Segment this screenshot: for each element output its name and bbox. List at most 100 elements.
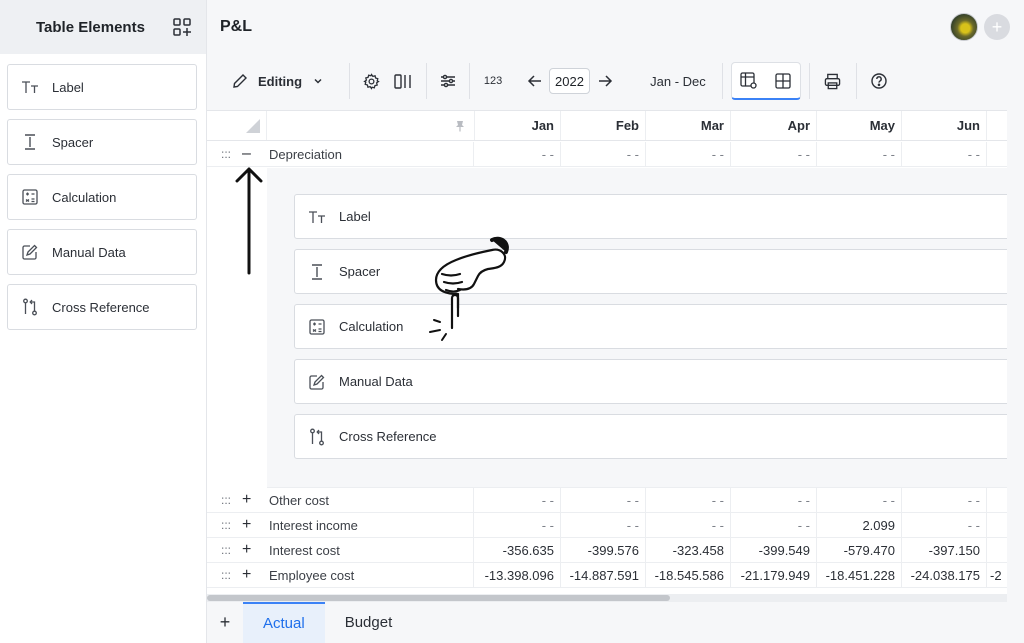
- row-label: Interest income: [267, 513, 474, 537]
- table-cell[interactable]: - -: [902, 513, 987, 537]
- table-cell[interactable]: - -: [475, 142, 561, 166]
- table-cell[interactable]: - -: [646, 488, 731, 512]
- table-header-row: Jan Feb Mar Apr May Jun: [207, 111, 1007, 141]
- columns-button[interactable]: [388, 65, 418, 97]
- table-row[interactable]: ::: + Interest income - - - - - - - - 2.…: [207, 513, 1007, 538]
- table-cell[interactable]: -18.545.586: [646, 563, 731, 587]
- table-cell[interactable]: - -: [475, 488, 561, 512]
- add-element-icon[interactable]: [172, 17, 192, 37]
- sidebar-element-list: Label Spacer Calculation Manual Data Cro…: [0, 54, 206, 330]
- panel-item-manual-data[interactable]: Manual Data: [294, 359, 1007, 404]
- toolbar: Editing 123 2022 Jan - Dec: [207, 60, 1024, 102]
- table-settings-icon: [740, 72, 757, 89]
- table-cell[interactable]: -399.549: [731, 538, 817, 562]
- editing-mode-dropdown[interactable]: Editing: [207, 65, 324, 97]
- expand-row-button[interactable]: +: [242, 513, 251, 537]
- avatar[interactable]: [950, 13, 978, 41]
- collapse-row-button[interactable]: –: [242, 142, 251, 166]
- view-toggle: [730, 62, 801, 100]
- scrollbar-thumb[interactable]: [207, 595, 670, 601]
- sidebar-item-label[interactable]: Label: [7, 64, 197, 110]
- table-cell[interactable]: -21.179.949: [731, 563, 817, 587]
- period-selector[interactable]: Jan - Dec: [638, 65, 718, 97]
- table-cell[interactable]: -356.635: [475, 538, 561, 562]
- cross-reference-icon: [307, 427, 327, 447]
- horizontal-scrollbar[interactable]: [207, 594, 1007, 602]
- year-input[interactable]: 2022: [549, 68, 590, 94]
- toolbar-divider: [808, 63, 810, 99]
- toolbar-spacer: [516, 63, 517, 99]
- sidebar-item-calculation[interactable]: Calculation: [7, 174, 197, 220]
- table-cell[interactable]: - -: [646, 142, 731, 166]
- add-tab-button[interactable]: +: [207, 602, 243, 643]
- expand-row-button[interactable]: +: [242, 538, 251, 562]
- sidebar-item-cross-reference[interactable]: Cross Reference: [7, 284, 197, 330]
- number-format-button[interactable]: 123: [478, 65, 508, 97]
- pin-icon[interactable]: [454, 120, 466, 132]
- drag-handle[interactable]: :::: [221, 513, 231, 537]
- table-row[interactable]: ::: + Interest cost -356.635 -399.576 -3…: [207, 538, 1007, 563]
- sidebar-item-text: Cross Reference: [52, 299, 150, 315]
- table-row[interactable]: ::: + Employee cost -13.398.096 -14.887.…: [207, 563, 1007, 588]
- table-settings-view-button[interactable]: [732, 63, 766, 99]
- label-header-cell: [267, 111, 475, 140]
- tab-actual[interactable]: Actual: [243, 602, 325, 643]
- spacer-icon: [307, 262, 327, 282]
- sidebar-item-spacer[interactable]: Spacer: [7, 119, 197, 165]
- table-cell[interactable]: - -: [475, 513, 561, 537]
- table-cell[interactable]: - -: [731, 488, 817, 512]
- table-cell[interactable]: - -: [902, 142, 987, 166]
- table-cell[interactable]: - -: [817, 488, 902, 512]
- month-header: Jan: [475, 111, 561, 140]
- drag-handle[interactable]: :::: [221, 488, 231, 512]
- panel-item-calculation[interactable]: Calculation: [294, 304, 1007, 349]
- sidebar: Table Elements Label Spacer Calculation: [0, 0, 207, 643]
- sidebar-item-manual-data[interactable]: Manual Data: [7, 229, 197, 275]
- grid-view-button[interactable]: [766, 63, 800, 99]
- print-button[interactable]: [818, 65, 848, 97]
- help-button[interactable]: [865, 65, 893, 97]
- settings-button[interactable]: [358, 65, 384, 97]
- edit-icon: [307, 372, 327, 392]
- month-header: May: [817, 111, 902, 140]
- drag-handle[interactable]: :::: [221, 538, 231, 562]
- gear-icon: [362, 72, 380, 90]
- panel-item-cross-reference[interactable]: Cross Reference: [294, 414, 1007, 459]
- drag-handle[interactable]: :::: [221, 142, 231, 166]
- edit-icon: [20, 242, 40, 262]
- table-cell[interactable]: - -: [561, 488, 646, 512]
- tab-budget[interactable]: Budget: [325, 602, 413, 643]
- table-cell[interactable]: - -: [646, 513, 731, 537]
- previous-year-button[interactable]: [525, 65, 543, 97]
- table-cell[interactable]: -24.038.175: [902, 563, 987, 587]
- add-user-button[interactable]: +: [984, 14, 1010, 40]
- table-cell[interactable]: 2.099: [817, 513, 902, 537]
- panel-item-label[interactable]: Label: [294, 194, 1007, 239]
- next-year-button[interactable]: [594, 65, 618, 97]
- table-cell[interactable]: - -: [731, 513, 817, 537]
- filter-settings-button[interactable]: [435, 65, 461, 97]
- table-cell[interactable]: -399.576: [561, 538, 646, 562]
- table-cell[interactable]: - -: [561, 513, 646, 537]
- table-cell[interactable]: -13.398.096: [475, 563, 561, 587]
- panel-item-text: Cross Reference: [339, 429, 437, 444]
- table-row[interactable]: ::: + Other cost - - - - - - - - - - - -: [207, 488, 1007, 513]
- table-cell-overflow[interactable]: -2: [987, 563, 1007, 587]
- table-cell[interactable]: -18.451.228: [817, 563, 902, 587]
- table-cell[interactable]: -323.458: [646, 538, 731, 562]
- row-label: Other cost: [267, 488, 474, 512]
- table-cell[interactable]: -14.887.591: [561, 563, 646, 587]
- expand-row-button[interactable]: +: [242, 488, 251, 512]
- table-cell[interactable]: -579.470: [817, 538, 902, 562]
- panel-item-spacer[interactable]: Spacer: [294, 249, 1007, 294]
- main-area: P&L + Editing 123 2022 Jan - Dec Jan Feb…: [207, 0, 1024, 643]
- expand-row-button[interactable]: +: [242, 563, 251, 587]
- table-cell[interactable]: - -: [902, 488, 987, 512]
- table-cell[interactable]: - -: [731, 142, 817, 166]
- table-cell[interactable]: - -: [817, 142, 902, 166]
- text-type-icon: [307, 207, 327, 227]
- table-cell[interactable]: -397.150: [902, 538, 987, 562]
- drag-handle[interactable]: :::: [221, 563, 231, 587]
- table-cell[interactable]: - -: [561, 142, 646, 166]
- table-row[interactable]: ::: – Depreciation - - - - - - - - - - -…: [207, 142, 1007, 167]
